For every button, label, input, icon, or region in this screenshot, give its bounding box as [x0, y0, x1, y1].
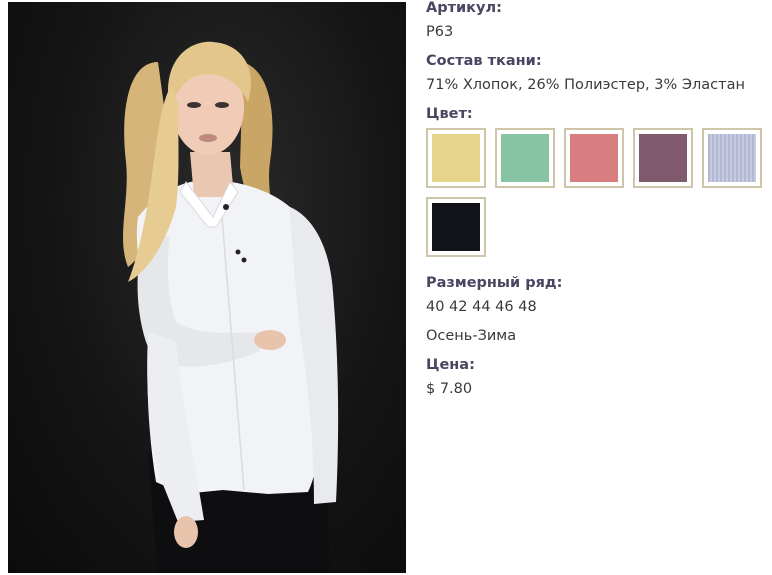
swatch-fill [570, 134, 618, 182]
swatch-fill [708, 134, 756, 182]
swatch-fill [639, 134, 687, 182]
color-label: Цвет: [426, 106, 473, 122]
color-swatch-lavender-stripe[interactable] [702, 128, 762, 188]
swatch-fill [432, 203, 480, 251]
color-swatch-coral[interactable] [564, 128, 624, 188]
product-photo [8, 2, 406, 573]
season-value: Осень-Зима [426, 328, 517, 344]
color-swatch-mint[interactable] [495, 128, 555, 188]
price-value: $ 7.80 [426, 381, 473, 397]
color-swatch-mauve[interactable] [633, 128, 693, 188]
article-label: Артикул: [426, 0, 502, 16]
product-page: Артикул: P63 Состав ткани: 71% Хлопок, 2… [0, 0, 772, 575]
color-swatch-yellow[interactable] [426, 128, 486, 188]
size-label: Размерный ряд: [426, 275, 563, 291]
fabric-label: Состав ткани: [426, 53, 542, 69]
model-illustration [123, 41, 339, 573]
color-swatch-black[interactable] [426, 197, 486, 257]
price-label: Цена: [426, 357, 475, 373]
swatch-fill [501, 134, 549, 182]
fabric-value: 71% Хлопок, 26% Полиэстер, 3% Эластан [426, 77, 745, 93]
size-value: 40 42 44 46 48 [426, 299, 537, 315]
article-value: P63 [426, 24, 454, 40]
swatch-fill [432, 134, 480, 182]
